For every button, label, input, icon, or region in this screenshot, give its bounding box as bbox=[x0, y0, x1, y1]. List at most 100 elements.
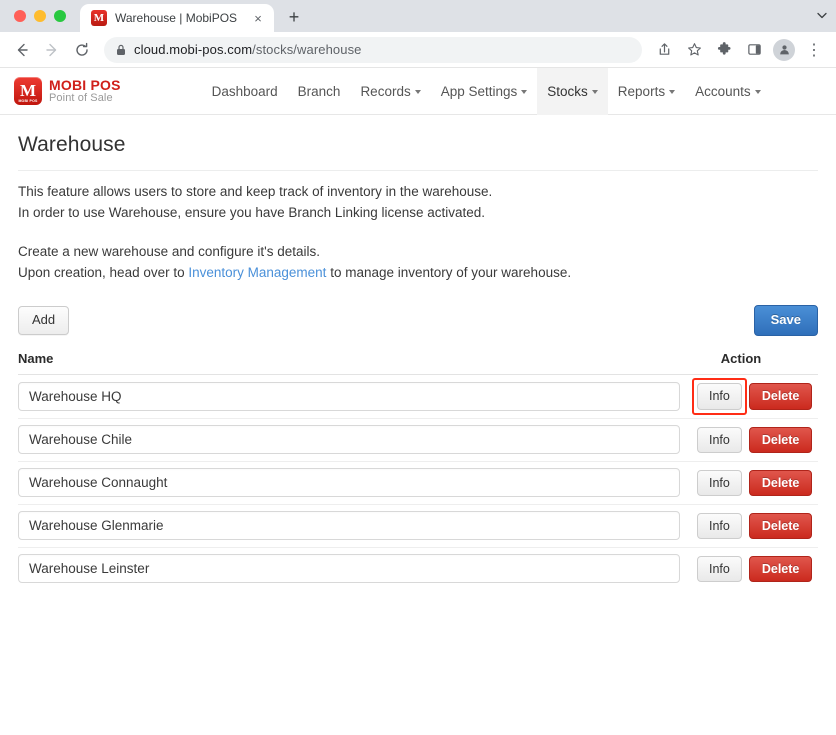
chevron-down-icon bbox=[591, 90, 598, 94]
logo-letter: M bbox=[19, 80, 37, 100]
side-panel-icon[interactable] bbox=[740, 36, 768, 64]
description-line-4-suffix: to manage inventory of your warehouse. bbox=[326, 264, 572, 280]
back-icon[interactable] bbox=[8, 36, 36, 64]
save-button[interactable]: Save bbox=[753, 305, 818, 336]
address-bar[interactable]: cloud.mobi-pos.com/stocks/warehouse bbox=[104, 36, 642, 63]
row-actions: Info Delete bbox=[680, 469, 818, 497]
browser-tab[interactable]: M Warehouse | MobiPOS × bbox=[80, 4, 274, 32]
nav-item-app-settings[interactable]: App Settings bbox=[431, 68, 538, 115]
description-line-3: Create a new warehouse and configure it'… bbox=[18, 244, 321, 259]
minimize-window-button[interactable] bbox=[34, 10, 46, 22]
url-text: cloud.mobi-pos.com/stocks/warehouse bbox=[134, 42, 362, 57]
info-button-wrap: Info bbox=[697, 469, 742, 497]
main-nav: Dashboard Branch Records App Settings St… bbox=[202, 68, 771, 115]
add-button[interactable]: Add bbox=[18, 306, 70, 335]
info-button[interactable]: Info bbox=[697, 555, 742, 583]
table-row: Info Delete bbox=[18, 375, 818, 418]
table-header-row: Name Action bbox=[18, 351, 818, 366]
logo-tiny-text: MOBI POS bbox=[18, 99, 38, 103]
nav-label-dashboard: Dashboard bbox=[211, 83, 278, 99]
row-actions: Info Delete bbox=[680, 378, 818, 416]
close-window-button[interactable] bbox=[14, 10, 26, 22]
warehouse-name-input[interactable] bbox=[18, 381, 680, 411]
description-line-2: In order to use Warehouse, ensure you ha… bbox=[18, 204, 486, 220]
delete-button[interactable]: Delete bbox=[748, 426, 813, 454]
info-button-wrap: Info bbox=[697, 512, 742, 540]
nav-item-accounts[interactable]: Accounts bbox=[685, 68, 771, 115]
info-button-highlight: Info bbox=[692, 378, 747, 416]
nav-item-stocks[interactable]: Stocks bbox=[537, 68, 608, 115]
info-button[interactable]: Info bbox=[697, 512, 742, 540]
nav-item-records[interactable]: Records bbox=[350, 68, 430, 115]
maximize-window-button[interactable] bbox=[54, 10, 66, 22]
reload-icon[interactable] bbox=[68, 36, 96, 64]
brand-title: MOBI POS bbox=[49, 76, 121, 93]
tab-search-area bbox=[816, 0, 836, 32]
table-row: Info Delete bbox=[18, 503, 818, 547]
row-actions: Info Delete bbox=[680, 426, 818, 454]
mobipos-logo-icon: M MOBI POS bbox=[14, 77, 42, 105]
url-domain: cloud.mobi-pos.com bbox=[134, 42, 253, 57]
info-button[interactable]: Info bbox=[697, 426, 742, 454]
bookmark-star-icon[interactable] bbox=[680, 36, 708, 64]
warehouse-name-input[interactable] bbox=[18, 511, 680, 541]
lock-icon bbox=[116, 44, 126, 56]
chevron-down-icon bbox=[669, 90, 676, 94]
new-tab-button[interactable]: + bbox=[280, 3, 308, 31]
description-line-4: Upon creation, head over to Inventory Ma… bbox=[18, 263, 818, 284]
nav-item-branch[interactable]: Branch bbox=[288, 68, 351, 115]
title-divider bbox=[18, 170, 818, 171]
delete-button[interactable]: Delete bbox=[748, 469, 813, 497]
chevron-down-icon[interactable] bbox=[816, 9, 828, 23]
warehouse-name-input[interactable] bbox=[18, 554, 680, 584]
share-icon[interactable] bbox=[650, 36, 678, 64]
description-line-1: This feature allows users to store and k… bbox=[18, 184, 493, 199]
info-button[interactable]: Info bbox=[697, 383, 742, 410]
delete-button[interactable]: Delete bbox=[748, 383, 813, 410]
tab-title: Warehouse | MobiPOS bbox=[115, 11, 238, 25]
extensions-icon[interactable] bbox=[710, 36, 738, 64]
info-button-wrap: Info bbox=[697, 426, 742, 454]
delete-button[interactable]: Delete bbox=[748, 512, 813, 540]
brand-subtitle: Point of Sale bbox=[49, 91, 113, 104]
warehouse-name-input[interactable] bbox=[18, 425, 680, 455]
page-description: This feature allows users to store and k… bbox=[18, 182, 818, 283]
table-toolbar: Add Save bbox=[18, 305, 818, 336]
favicon-letter: M bbox=[93, 11, 105, 24]
nav-item-reports[interactable]: Reports bbox=[608, 68, 685, 115]
forward-icon[interactable] bbox=[38, 36, 66, 64]
page-title: Warehouse bbox=[18, 133, 126, 156]
column-header-action: Action bbox=[720, 350, 762, 366]
nav-label-app-settings: App Settings bbox=[440, 83, 518, 99]
toolbar-actions: ⋮ bbox=[650, 36, 828, 64]
chevron-down-icon bbox=[521, 90, 528, 94]
url-path: /stocks/warehouse bbox=[252, 42, 362, 57]
chevron-down-icon bbox=[414, 90, 421, 94]
page-content: M MOBI POS MOBI POS Point of Sale Dashbo… bbox=[0, 68, 836, 735]
inventory-management-link[interactable]: Inventory Management bbox=[188, 265, 326, 280]
table-row: Info Delete bbox=[18, 460, 818, 504]
description-line-4-prefix: Upon creation, head over to bbox=[18, 264, 189, 280]
row-actions: Info Delete bbox=[680, 555, 818, 583]
close-tab-icon[interactable]: × bbox=[250, 10, 266, 26]
content-area: Warehouse This feature allows users to s… bbox=[0, 133, 836, 590]
brand-text: MOBI POS Point of Sale bbox=[49, 78, 121, 104]
nav-label-records: Records bbox=[360, 83, 411, 99]
row-actions: Info Delete bbox=[680, 512, 818, 540]
browser-window: M Warehouse | MobiPOS × + cloud.mobi-pos… bbox=[0, 0, 836, 735]
browser-toolbar: cloud.mobi-pos.com/stocks/warehouse ⋮ bbox=[0, 32, 836, 68]
tab-strip: M Warehouse | MobiPOS × + bbox=[0, 0, 836, 32]
info-button[interactable]: Info bbox=[697, 469, 742, 497]
nav-label-branch: Branch bbox=[297, 83, 341, 99]
nav-label-accounts: Accounts bbox=[695, 83, 751, 99]
nav-label-stocks: Stocks bbox=[547, 83, 588, 99]
window-controls bbox=[8, 0, 74, 32]
chevron-down-icon bbox=[754, 90, 761, 94]
browser-menu-icon[interactable]: ⋮ bbox=[800, 36, 828, 64]
profile-avatar[interactable] bbox=[773, 38, 795, 61]
nav-item-dashboard[interactable]: Dashboard bbox=[202, 68, 288, 115]
info-button-wrap: Info bbox=[697, 555, 742, 583]
delete-button[interactable]: Delete bbox=[748, 555, 813, 583]
brand-logo[interactable]: M MOBI POS MOBI POS Point of Sale bbox=[14, 77, 121, 105]
warehouse-name-input[interactable] bbox=[18, 468, 680, 498]
